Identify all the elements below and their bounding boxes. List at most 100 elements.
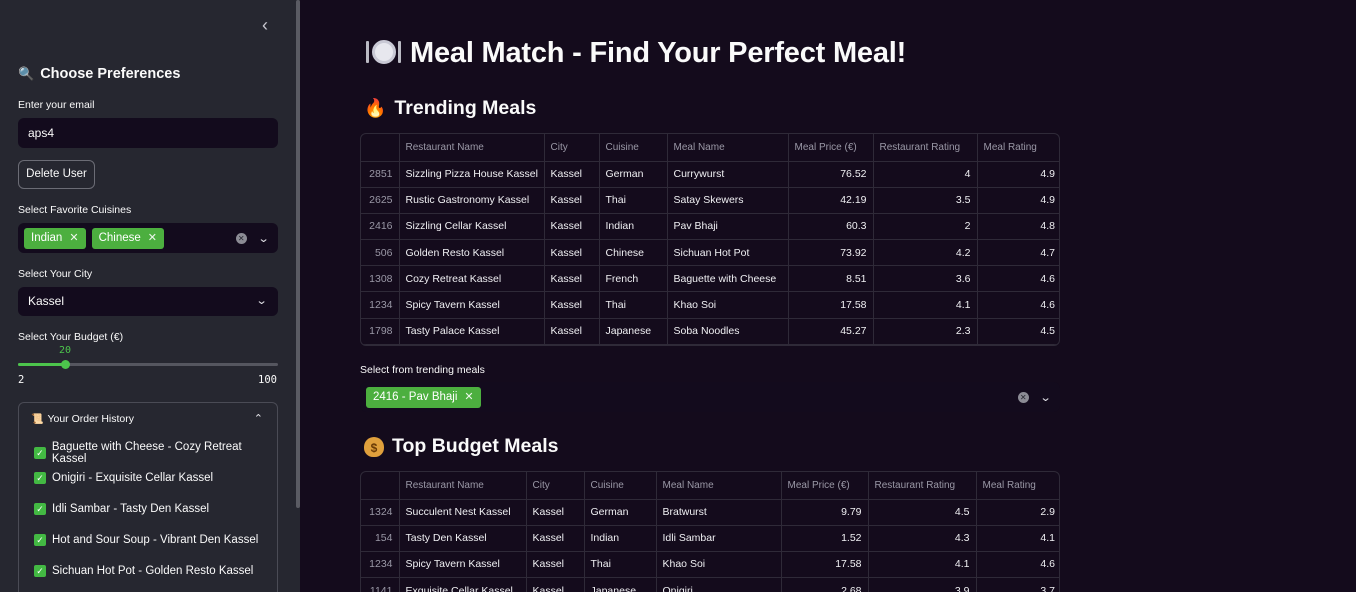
checkbox-checked-icon[interactable]: ✓: [34, 565, 46, 577]
table-row[interactable]: 1234 Spicy Tavern Kassel Kassel Thai Khao So…: [361, 291, 1059, 319]
row-index-cell[interactable]: 2625: [361, 187, 400, 214]
table-cell[interactable]: 4.9: [977, 161, 1059, 188]
table-row[interactable]: 2851 Sizzling Pizza House Kassel Kassel Ger…: [361, 161, 1059, 188]
row-index-cell[interactable]: 1324: [361, 499, 400, 526]
table-cell[interactable]: 4.5: [977, 318, 1059, 345]
budget-slider-thumb[interactable]: [61, 360, 71, 369]
table-cell[interactable]: 76.52: [788, 161, 874, 188]
table-cell[interactable]: 4.7: [977, 239, 1059, 267]
column-header[interactable]: Meal Rating: [977, 134, 1059, 162]
order-history-expander[interactable]: 📜 Your Order History ⌃ ✓ Baguette with C…: [18, 402, 278, 592]
table-cell[interactable]: Sizzling Cellar Kassel: [399, 213, 545, 241]
clear-all-icon[interactable]: ✕: [235, 232, 247, 244]
column-header[interactable]: Meal Name: [656, 472, 782, 500]
column-header[interactable]: City: [526, 472, 585, 500]
table-cell[interactable]: Japanese: [584, 577, 657, 592]
row-index-cell[interactable]: 154: [361, 525, 400, 552]
table-cell[interactable]: 42.19: [788, 187, 874, 214]
clear-all-icon[interactable]: ✕: [1017, 391, 1029, 403]
table-cell[interactable]: Chinese: [599, 239, 668, 267]
row-index-cell[interactable]: 2851: [361, 161, 400, 188]
column-header[interactable]: Meal Price (€): [788, 134, 874, 162]
row-index-cell[interactable]: 1141: [361, 577, 400, 592]
column-header[interactable]: Meal Name: [667, 134, 789, 162]
column-header[interactable]: Restaurant Name: [399, 472, 527, 500]
table-cell[interactable]: 4.5: [868, 499, 977, 526]
cuisine-tag-indian[interactable]: Indian ✕: [24, 227, 86, 249]
table-cell[interactable]: 4.6: [976, 551, 1059, 579]
column-header[interactable]: Cuisine: [584, 472, 657, 500]
row-index-cell[interactable]: 506: [361, 239, 400, 267]
history-item[interactable]: ✓ Sichuan Hot Pot - Golden Resto Kassel: [34, 565, 253, 577]
table-cell[interactable]: 4.1: [868, 551, 977, 579]
table-cell[interactable]: Idli Sambar: [656, 525, 782, 552]
table-row[interactable]: 154 Tasty Den Kassel Kassel Indian Idli Samb…: [361, 525, 1059, 552]
table-cell[interactable]: 3.5: [873, 187, 978, 214]
trending-meal-multiselect[interactable]: 2416 - Pav Bhaji ✕ ✕ ⌄: [360, 382, 1060, 412]
remove-tag-icon[interactable]: ✕: [464, 387, 473, 408]
remove-tag-icon[interactable]: ✕: [69, 228, 78, 249]
table-cell[interactable]: Kassel: [544, 161, 600, 188]
column-header[interactable]: Restaurant Rating: [868, 472, 977, 500]
table-row[interactable]: 1141 Exquisite Cellar Kassel Kassel Japanes…: [361, 577, 1059, 592]
row-index-cell[interactable]: 1234: [361, 551, 400, 579]
sidebar-scrollbar[interactable]: [296, 0, 300, 508]
table-cell[interactable]: 60.3: [788, 213, 874, 241]
table-cell[interactable]: Kassel: [544, 239, 600, 267]
table-cell[interactable]: Indian: [599, 213, 668, 241]
checkbox-checked-icon[interactable]: ✓: [34, 534, 46, 546]
table-cell[interactable]: German: [599, 161, 668, 188]
table-cell[interactable]: 4: [873, 161, 978, 188]
history-item[interactable]: ✓ Idli Sambar - Tasty Den Kassel: [34, 503, 209, 515]
table-cell[interactable]: 2.9: [976, 499, 1059, 526]
table-cell[interactable]: Succulent Nest Kassel: [399, 499, 527, 526]
table-cell[interactable]: 4.1: [873, 291, 978, 319]
table-cell[interactable]: 4.9: [977, 187, 1059, 214]
row-index-cell[interactable]: 1234: [361, 291, 400, 319]
history-item[interactable]: ✓ Baguette with Cheese - Cozy Retreat Ka…: [34, 441, 277, 465]
table-row[interactable]: 1234 Spicy Tavern Kassel Kassel Thai Khao So…: [361, 551, 1059, 579]
budget-table[interactable]: Restaurant Name City Cuisine Meal Name M…: [360, 471, 1060, 592]
chevron-down-icon[interactable]: ⌄: [255, 287, 267, 316]
table-cell[interactable]: Tasty Den Kassel: [399, 525, 527, 552]
column-header[interactable]: Restaurant Name: [399, 134, 545, 162]
table-cell[interactable]: 4.3: [868, 525, 977, 552]
table-cell[interactable]: Indian: [584, 525, 657, 552]
table-cell[interactable]: 9.79: [781, 499, 869, 526]
table-cell[interactable]: 73.92: [788, 239, 874, 267]
collapse-sidebar-icon[interactable]: ‹: [255, 15, 275, 35]
table-cell[interactable]: Pav Bhaji: [667, 213, 789, 241]
checkbox-checked-icon[interactable]: ✓: [34, 447, 46, 459]
table-cell[interactable]: Baguette with Cheese: [667, 265, 789, 293]
table-row[interactable]: 1798 Tasty Palace Kassel Kassel Japanese Sob…: [361, 318, 1059, 345]
table-cell[interactable]: 1.52: [781, 525, 869, 552]
table-cell[interactable]: Bratwurst: [656, 499, 782, 526]
history-item[interactable]: ✓ Hot and Sour Soup - Vibrant Den Kassel: [34, 534, 258, 546]
chevron-down-icon[interactable]: ⌄: [1039, 391, 1051, 404]
history-item[interactable]: ✓ Onigiri - Exquisite Cellar Kassel: [34, 472, 213, 484]
trending-table[interactable]: Restaurant Name City Cuisine Meal Name M…: [360, 133, 1060, 346]
table-cell[interactable]: 4.6: [977, 291, 1059, 319]
table-cell[interactable]: 2: [873, 213, 978, 241]
cuisine-tag-chinese[interactable]: Chinese ✕: [91, 227, 164, 249]
table-cell[interactable]: Japanese: [599, 318, 668, 345]
email-input[interactable]: aps4: [18, 118, 278, 148]
table-cell[interactable]: 2.3: [873, 318, 978, 345]
table-cell[interactable]: Satay Skewers: [667, 187, 789, 214]
table-row[interactable]: 2416 Sizzling Cellar Kassel Kassel Indian Pa…: [361, 213, 1059, 241]
table-cell[interactable]: 17.58: [781, 551, 869, 579]
table-cell[interactable]: 4.2: [873, 239, 978, 267]
row-index-cell[interactable]: 1798: [361, 318, 400, 345]
table-cell[interactable]: 3.6: [873, 265, 978, 293]
remove-tag-icon[interactable]: ✕: [148, 228, 157, 249]
table-cell[interactable]: Khao Soi: [656, 551, 782, 579]
table-cell[interactable]: Kassel: [544, 291, 600, 319]
table-cell[interactable]: Kassel: [526, 499, 585, 526]
table-cell[interactable]: 17.58: [788, 291, 874, 319]
table-cell[interactable]: Kassel: [544, 265, 600, 293]
chevron-up-icon[interactable]: ⌃: [254, 412, 263, 425]
table-row[interactable]: 1308 Cozy Retreat Kassel Kassel French Bague…: [361, 265, 1059, 293]
checkbox-checked-icon[interactable]: ✓: [34, 503, 46, 515]
table-cell[interactable]: Spicy Tavern Kassel: [399, 291, 545, 319]
order-history-header[interactable]: 📜 Your Order History: [31, 413, 134, 425]
